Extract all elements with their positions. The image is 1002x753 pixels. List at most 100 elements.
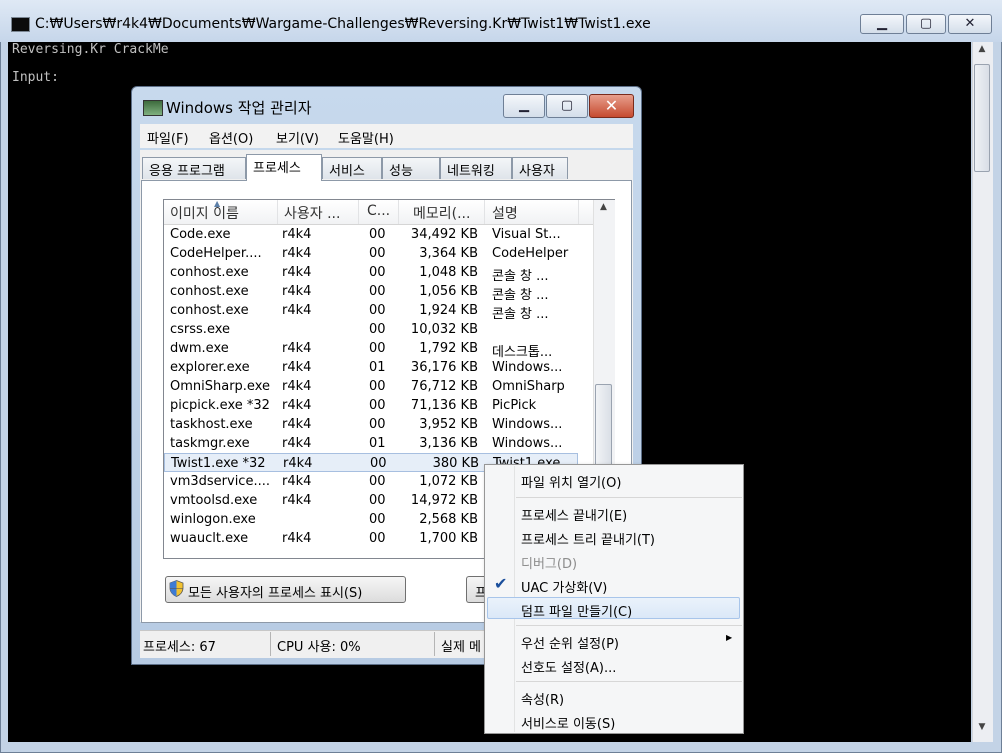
cell-cpu: 00: [369, 512, 386, 527]
column-divider[interactable]: [398, 200, 399, 224]
console-maximize-button[interactable]: ▢: [906, 14, 946, 34]
table-row[interactable]: Code.exe r4k4 00 34,492 KB Visual St...: [164, 225, 578, 244]
minimize-icon: ▁: [877, 16, 887, 31]
taskmgr-maximize-button[interactable]: ▢: [546, 94, 588, 118]
menu-separator: [516, 681, 742, 682]
column-divider[interactable]: [358, 200, 359, 224]
cell-cpu: 00: [369, 341, 386, 356]
column-memory[interactable]: 메모리(...: [413, 203, 470, 223]
table-row[interactable]: conhost.exe r4k4 00 1,048 KB 콘솔 창 ...: [164, 263, 578, 284]
menu-item-set-affinity[interactable]: 선호도 설정(A)...: [521, 657, 616, 676]
cell-cpu: 01: [369, 436, 386, 451]
cell-user: r4k4: [282, 417, 312, 432]
column-divider[interactable]: [277, 200, 278, 224]
menu-item-go-to-services[interactable]: 서비스로 이동(S): [521, 713, 615, 732]
cell-mem: 1,072 KB: [419, 474, 478, 489]
cell-user: r4k4: [282, 531, 312, 546]
column-divider[interactable]: [484, 200, 485, 224]
table-row[interactable]: OmniSharp.exe r4k4 00 76,712 KB OmniSharp: [164, 377, 578, 396]
cell-name: conhost.exe: [170, 303, 249, 318]
console-line: Reversing.Kr CrackMe: [12, 42, 169, 57]
minimize-icon: ▁: [519, 98, 529, 113]
cell-cpu: 00: [370, 456, 387, 471]
cell-name: wuauclt.exe: [170, 531, 249, 546]
cell-name: OmniSharp.exe: [170, 379, 270, 394]
column-image-name[interactable]: 이미지 이름: [170, 203, 239, 223]
taskmgr-minimize-button[interactable]: ▁: [503, 94, 545, 118]
tab-services[interactable]: 서비스: [322, 157, 382, 179]
process-list-scroll-thumb[interactable]: [595, 384, 612, 467]
cell-desc: PicPick: [492, 398, 537, 413]
menu-item-uac-virtualization[interactable]: UAC 가상화(V): [521, 577, 607, 596]
console-scroll-thumb[interactable]: [974, 64, 990, 172]
cell-name: vm3dservice....: [170, 474, 270, 489]
console-close-button[interactable]: ✕: [948, 14, 992, 34]
menu-item-create-dump-file[interactable]: 덤프 파일 만들기(C): [521, 601, 632, 620]
cell-cpu: 00: [369, 322, 386, 337]
cell-name: csrss.exe: [170, 322, 231, 337]
column-cpu[interactable]: C...: [367, 203, 390, 219]
menu-help[interactable]: 도움말(H): [338, 128, 394, 147]
cell-user: r4k4: [282, 284, 312, 299]
menu-separator: [516, 625, 742, 626]
column-user[interactable]: 사용자 ...: [284, 203, 340, 223]
scroll-up-arrow-icon[interactable]: ▲: [972, 44, 992, 62]
menu-view[interactable]: 보기(V): [276, 128, 319, 147]
table-row[interactable]: taskhost.exe r4k4 00 3,952 KB Windows...: [164, 415, 578, 434]
taskmgr-close-button[interactable]: ✕: [589, 94, 634, 118]
tab-applications[interactable]: 응용 프로그램: [142, 157, 246, 179]
tab-users[interactable]: 사용자: [512, 157, 568, 179]
menu-item-set-priority[interactable]: 우선 순위 설정(P): [521, 633, 619, 652]
menu-item-debug: 디버그(D): [521, 557, 578, 572]
cell-name: taskmgr.exe: [170, 436, 250, 451]
cell-user: r4k4: [282, 493, 312, 508]
console-title: C:₩Users₩r4k4₩Documents₩Wargame-Challeng…: [35, 16, 651, 32]
tab-performance[interactable]: 성능: [382, 157, 440, 179]
column-divider[interactable]: [578, 200, 579, 224]
menu-file[interactable]: 파일(F): [147, 128, 189, 147]
task-manager-icon: [143, 100, 163, 116]
menu-item-end-process[interactable]: 프로세스 끝내기(E): [521, 505, 627, 524]
cell-name: picpick.exe *32: [170, 398, 270, 413]
cell-desc: Windows...: [492, 360, 563, 375]
table-row[interactable]: csrss.exe 00 10,032 KB: [164, 320, 578, 339]
menu-item-end-process-tree[interactable]: 프로세스 트리 끝내기(T): [521, 529, 655, 548]
cell-mem: 1,924 KB: [419, 303, 478, 318]
cell-mem: 71,136 KB: [410, 398, 478, 413]
table-row[interactable]: dwm.exe r4k4 00 1,792 KB 데스크톱...: [164, 339, 578, 360]
table-row[interactable]: taskmgr.exe r4k4 01 3,136 KB Windows...: [164, 434, 578, 453]
status-process-count: 프로세스: 67: [143, 640, 216, 655]
cell-desc: Windows...: [492, 436, 563, 451]
tab-processes[interactable]: 프로세스: [246, 154, 322, 181]
scroll-down-arrow-icon[interactable]: ▼: [972, 722, 992, 740]
cell-user: r4k4: [282, 474, 312, 489]
cell-cpu: 00: [369, 474, 386, 489]
checkmark-icon: ✔: [494, 574, 508, 593]
menu-options[interactable]: 옵션(O): [209, 128, 253, 147]
cell-mem: 3,136 KB: [419, 436, 478, 451]
table-row[interactable]: conhost.exe r4k4 00 1,924 KB 콘솔 창 ...: [164, 301, 578, 322]
cell-mem: 76,712 KB: [410, 379, 478, 394]
table-row[interactable]: explorer.exe r4k4 01 36,176 KB Windows...: [164, 358, 578, 377]
status-cpu-usage: CPU 사용: 0%: [277, 640, 361, 655]
scroll-up-arrow-icon[interactable]: ▲: [593, 202, 614, 218]
cell-mem: 380 KB: [432, 456, 479, 471]
cell-desc: Visual St...: [492, 227, 561, 242]
console-minimize-button[interactable]: ▁: [860, 14, 904, 34]
tab-networking[interactable]: 네트워킹: [440, 157, 512, 179]
cell-cpu: 00: [369, 246, 386, 261]
cell-name: taskhost.exe: [170, 417, 253, 432]
table-row[interactable]: CodeHelper.... r4k4 00 3,364 KB CodeHelper: [164, 244, 578, 263]
menu-item-properties[interactable]: 속성(R): [521, 689, 564, 708]
table-row[interactable]: conhost.exe r4k4 00 1,056 KB 콘솔 창 ...: [164, 282, 578, 303]
cell-cpu: 00: [369, 531, 386, 546]
cell-name: Code.exe: [170, 227, 231, 242]
table-row[interactable]: picpick.exe *32 r4k4 00 71,136 KB PicPick: [164, 396, 578, 415]
status-divider: [434, 632, 435, 656]
menu-item-open-file-location[interactable]: 파일 위치 열기(O): [521, 472, 621, 491]
cell-desc: Windows...: [492, 417, 563, 432]
show-all-users-processes-label: 모든 사용자의 프로세스 표시(S): [188, 586, 363, 601]
column-description[interactable]: 설명: [492, 203, 518, 223]
cell-mem: 1,048 KB: [419, 265, 478, 280]
maximize-icon: ▢: [560, 98, 574, 113]
